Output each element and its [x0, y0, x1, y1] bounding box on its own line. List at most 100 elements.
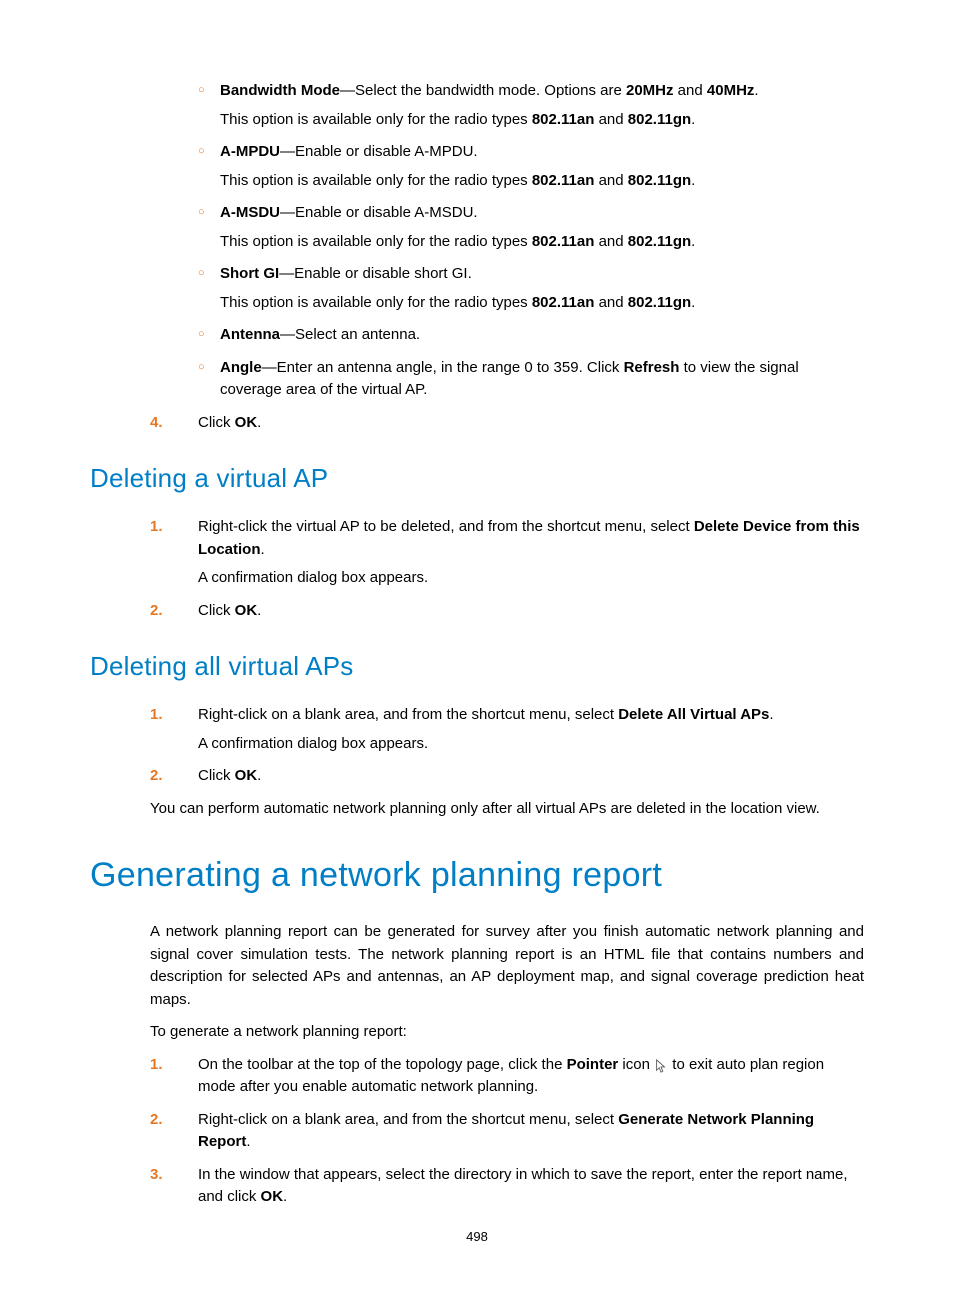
option-note: This option is available only for the ra… [220, 292, 864, 315]
circle-bullet-icon: ○ [198, 326, 205, 343]
text: icon [618, 1056, 654, 1073]
circle-bullet-icon: ○ [198, 359, 205, 376]
text: . [257, 602, 261, 619]
menu-item-label: Delete All Virtual APs [618, 706, 769, 723]
text: . [691, 233, 695, 250]
text: . [691, 172, 695, 189]
step-list: 1. Right-click on a blank area, and from… [150, 704, 864, 788]
step-note: A confirmation dialog box appears. [198, 733, 864, 756]
option-note: This option is available only for the ra… [220, 109, 864, 132]
option-action: Refresh [624, 359, 680, 376]
page-number: 498 [0, 1227, 954, 1247]
step-number: 1. [150, 704, 180, 727]
step-item: 2. Click OK. [150, 600, 864, 623]
sub-item: ○ Short GI—Enable or disable short GI. T… [198, 263, 864, 314]
sub-item: ○ A-MPDU—Enable or disable A-MPDU. This … [198, 141, 864, 192]
option-label: Short GI [220, 265, 279, 282]
step-number: 2. [150, 765, 180, 788]
text: . [691, 294, 695, 311]
circle-bullet-icon: ○ [198, 143, 205, 160]
text: . [257, 767, 261, 784]
text: . [257, 414, 261, 431]
option-label: Bandwidth Mode [220, 82, 340, 99]
document-page: ○ Bandwidth Mode—Select the bandwidth mo… [0, 0, 954, 1296]
step-number: 2. [150, 1109, 180, 1132]
section-heading: Deleting all virtual APs [90, 647, 864, 686]
option-desc: —Enable or disable A-MSDU. [280, 204, 478, 221]
option-desc: —Select the bandwidth mode. Options are [340, 82, 626, 99]
text: and [594, 294, 627, 311]
option-value: 40MHz [707, 82, 755, 99]
step-number: 1. [150, 516, 180, 539]
text: and [594, 233, 627, 250]
step-list: 4. Click OK. [150, 412, 864, 435]
text: . [261, 541, 265, 558]
radio-type: 802.11an [532, 172, 595, 189]
step-item: 4. Click OK. [150, 412, 864, 435]
text: Click [198, 767, 235, 784]
text: This option is available only for the ra… [220, 294, 532, 311]
radio-type: 802.11gn [628, 233, 691, 250]
section-heading: Generating a network planning report [90, 850, 864, 901]
step-note: A confirmation dialog box appears. [198, 567, 864, 590]
text: This option is available only for the ra… [220, 172, 532, 189]
option-note: This option is available only for the ra… [220, 231, 864, 254]
option-label: A-MSDU [220, 204, 280, 221]
step-item: 1. Right-click on a blank area, and from… [150, 704, 864, 755]
text: . [769, 706, 773, 723]
option-desc: —Enter an antenna angle, in the range 0 … [262, 359, 624, 376]
text: . [246, 1133, 250, 1150]
radio-type: 802.11an [532, 111, 595, 128]
option-label: Antenna [220, 326, 280, 343]
text: This option is available only for the ra… [220, 233, 532, 250]
option-note: This option is available only for the ra… [220, 170, 864, 193]
step-item: 1. On the toolbar at the top of the topo… [150, 1054, 864, 1099]
step-item: 1. Right-click the virtual AP to be dele… [150, 516, 864, 590]
text: and [674, 82, 707, 99]
radio-type: 802.11gn [628, 294, 691, 311]
circle-bullet-icon: ○ [198, 265, 205, 282]
step-list: 1. On the toolbar at the top of the topo… [150, 1054, 864, 1209]
text: . [691, 111, 695, 128]
ui-action: OK [235, 767, 258, 784]
option-label: A-MPDU [220, 143, 280, 160]
text: Right-click the virtual AP to be deleted… [198, 518, 694, 535]
step-item: 3. In the window that appears, select th… [150, 1164, 864, 1209]
paragraph: A network planning report can be generat… [150, 921, 864, 1011]
text: In the window that appears, select the d… [198, 1166, 848, 1206]
text: and [594, 172, 627, 189]
radio-type: 802.11an [532, 233, 595, 250]
text: Click [198, 414, 235, 431]
paragraph: To generate a network planning report: [150, 1021, 864, 1044]
step-list: 1. Right-click the virtual AP to be dele… [150, 516, 864, 622]
circle-bullet-icon: ○ [198, 82, 205, 99]
step-item: 2. Right-click on a blank area, and from… [150, 1109, 864, 1154]
sub-item: ○ Angle—Enter an antenna angle, in the r… [198, 357, 864, 402]
text: This option is available only for the ra… [220, 111, 532, 128]
step-number: 2. [150, 600, 180, 623]
pointer-cursor-icon [654, 1058, 668, 1072]
text: Click [198, 602, 235, 619]
step-number: 4. [150, 412, 180, 435]
section-heading: Deleting a virtual AP [90, 459, 864, 498]
option-desc: —Enable or disable short GI. [279, 265, 472, 282]
radio-type: 802.11gn [628, 172, 691, 189]
text: Right-click on a blank area, and from th… [198, 706, 618, 723]
ui-action: OK [235, 602, 258, 619]
radio-type: 802.11an [532, 294, 595, 311]
text: and [594, 111, 627, 128]
ui-label: Pointer [567, 1056, 619, 1073]
ui-action: OK [235, 414, 258, 431]
radio-type: 802.11gn [628, 111, 691, 128]
ui-action: OK [261, 1188, 284, 1205]
option-label: Angle [220, 359, 262, 376]
circle-bullet-icon: ○ [198, 204, 205, 221]
sub-item: ○ Antenna—Select an antenna. [198, 324, 864, 347]
text: . [283, 1188, 287, 1205]
sub-item: ○ Bandwidth Mode—Select the bandwidth mo… [198, 80, 864, 131]
option-desc: —Enable or disable A-MPDU. [280, 143, 478, 160]
option-value: 20MHz [626, 82, 674, 99]
step-item: 2. Click OK. [150, 765, 864, 788]
option-desc: —Select an antenna. [280, 326, 420, 343]
sub-option-list: ○ Bandwidth Mode—Select the bandwidth mo… [198, 80, 864, 402]
